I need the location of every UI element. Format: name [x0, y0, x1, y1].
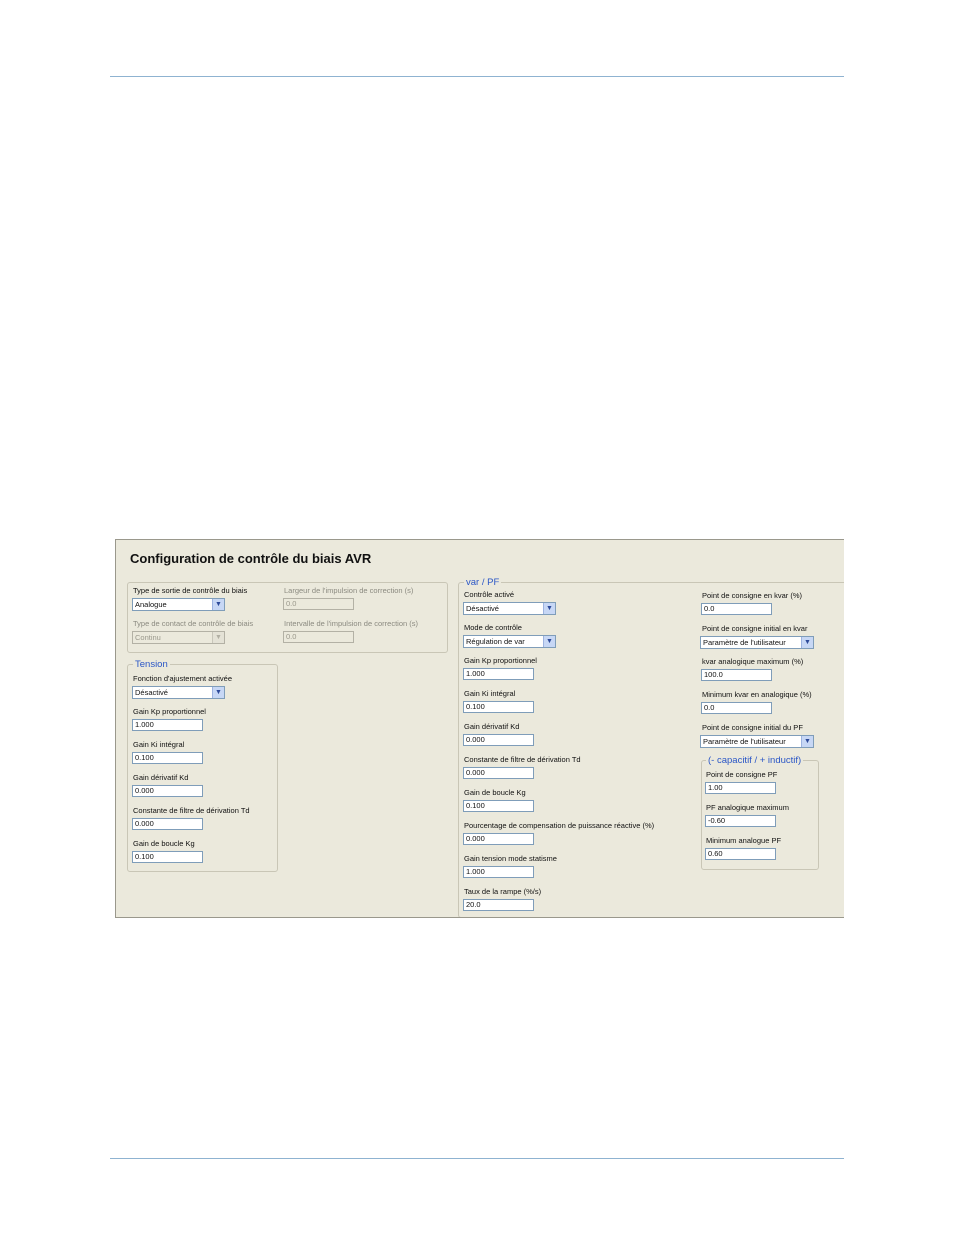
kvar-initial-setpoint-label: Point de consigne initial en kvar	[702, 624, 808, 633]
pf-analog-min-field[interactable]: 0.60	[705, 848, 776, 860]
tension-adjust-value: Désactivé	[135, 688, 168, 697]
tension-adjust-dropdown[interactable]: Désactivé ▼	[132, 686, 225, 699]
chevron-down-icon[interactable]: ▼	[801, 736, 813, 747]
tension-kd-field[interactable]: 0.000	[132, 785, 203, 797]
kvar-analog-min-label: Minimum kvar en analogique (%)	[702, 690, 812, 699]
ramp-rate-label: Taux de la rampe (%/s)	[464, 887, 542, 896]
contact-type-label: Type de contact de contrôle de biais	[133, 619, 254, 628]
tension-kg-field[interactable]: 0.100	[132, 851, 203, 863]
chevron-down-icon[interactable]: ▼	[212, 599, 224, 610]
kvar-setpoint-field[interactable]: 0.0	[701, 603, 772, 615]
chevron-down-icon[interactable]: ▼	[212, 687, 224, 698]
tension-kp-field[interactable]: 1.000	[132, 719, 203, 731]
contact-type-value: Continu	[135, 633, 161, 642]
var-ki-field[interactable]: 0.100	[463, 701, 534, 713]
pf-legend: (- capacitif / + inductif)	[706, 755, 804, 766]
var-kg-field[interactable]: 0.100	[463, 800, 534, 812]
reactive-compensation-field[interactable]: 0.000	[463, 833, 534, 845]
pulse-interval-label: Intervalle de l'impulsion de correction …	[284, 619, 418, 628]
var-kp-field[interactable]: 1.000	[463, 668, 534, 680]
header-rule	[110, 76, 844, 77]
kvar-initial-setpoint-value: Paramètre de l'utilisateur	[703, 638, 786, 647]
pf-setpoint-field[interactable]: 1.00	[705, 782, 776, 794]
pulse-interval-field[interactable]: 0.0	[283, 631, 354, 643]
chevron-down-icon[interactable]: ▼	[543, 603, 555, 614]
pf-analog-min-label: Minimum analogue PF	[706, 836, 782, 845]
avr-bias-config-panel: Configuration de contrôle du biais AVR T…	[115, 539, 844, 918]
contact-type-dropdown[interactable]: Continu ▼	[132, 631, 225, 644]
tension-ki-field[interactable]: 0.100	[132, 752, 203, 764]
tension-td-label: Constante de filtre de dérivation Td	[133, 806, 250, 815]
kvar-analog-max-label: kvar analogique maximum (%)	[702, 657, 804, 666]
tension-legend: Tension	[133, 659, 170, 670]
var-control-enabled-dropdown[interactable]: Désactivé ▼	[463, 602, 556, 615]
var-kd-field[interactable]: 0.000	[463, 734, 534, 746]
droop-gain-field[interactable]: 1.000	[463, 866, 534, 878]
pulse-width-label: Largeur de l'impulsion de correction (s)	[284, 586, 414, 595]
var-ki-label: Gain Ki intégral	[464, 689, 516, 698]
var-kp-label: Gain Kp proportionnel	[464, 656, 537, 665]
pf-initial-setpoint-dropdown[interactable]: Paramètre de l'utilisateur ▼	[700, 735, 814, 748]
pf-analog-max-field[interactable]: -0.60	[705, 815, 776, 827]
ramp-rate-field[interactable]: 20.0	[463, 899, 534, 911]
chevron-down-icon[interactable]: ▼	[801, 637, 813, 648]
var-td-label: Constante de filtre de dérivation Td	[464, 755, 581, 764]
pf-setpoint-label: Point de consigne PF	[706, 770, 778, 779]
var-pf-legend: var / PF	[464, 577, 502, 588]
chevron-down-icon[interactable]: ▼	[212, 632, 224, 643]
output-type-label: Type de sortie de contrôle du biais	[133, 586, 248, 595]
kvar-initial-setpoint-dropdown[interactable]: Paramètre de l'utilisateur ▼	[700, 636, 814, 649]
tension-ki-label: Gain Ki intégral	[133, 740, 185, 749]
pf-analog-max-label: PF analogique maximum	[706, 803, 789, 812]
kvar-analog-max-field[interactable]: 100.0	[701, 669, 772, 681]
tension-kg-label: Gain de boucle Kg	[133, 839, 195, 848]
pulse-width-field[interactable]: 0.0	[283, 598, 354, 610]
var-td-field[interactable]: 0.000	[463, 767, 534, 779]
footer-rule	[110, 1158, 844, 1159]
droop-gain-label: Gain tension mode statisme	[464, 854, 557, 863]
var-control-mode-value: Régulation de var	[466, 637, 525, 646]
tension-td-field[interactable]: 0.000	[132, 818, 203, 830]
pf-initial-setpoint-label: Point de consigne initial du PF	[702, 723, 803, 732]
panel-title: Configuration de contrôle du biais AVR	[130, 551, 372, 566]
tension-kp-label: Gain Kp proportionnel	[133, 707, 206, 716]
tension-adjust-label: Fonction d'ajustement activée	[133, 674, 232, 683]
kvar-setpoint-label: Point de consigne en kvar (%)	[702, 591, 803, 600]
var-control-enabled-value: Désactivé	[466, 604, 499, 613]
output-type-value: Analogue	[135, 600, 167, 609]
tension-kd-label: Gain dérivatif Kd	[133, 773, 189, 782]
output-type-dropdown[interactable]: Analogue ▼	[132, 598, 225, 611]
chevron-down-icon[interactable]: ▼	[543, 636, 555, 647]
var-control-enabled-label: Contrôle activé	[464, 590, 515, 599]
reactive-compensation-label: Pourcentage de compensation de puissance…	[464, 821, 655, 830]
kvar-analog-min-field[interactable]: 0.0	[701, 702, 772, 714]
var-control-mode-dropdown[interactable]: Régulation de var ▼	[463, 635, 556, 648]
var-kd-label: Gain dérivatif Kd	[464, 722, 520, 731]
var-control-mode-label: Mode de contrôle	[464, 623, 522, 632]
var-kg-label: Gain de boucle Kg	[464, 788, 526, 797]
pf-initial-setpoint-value: Paramètre de l'utilisateur	[703, 737, 786, 746]
